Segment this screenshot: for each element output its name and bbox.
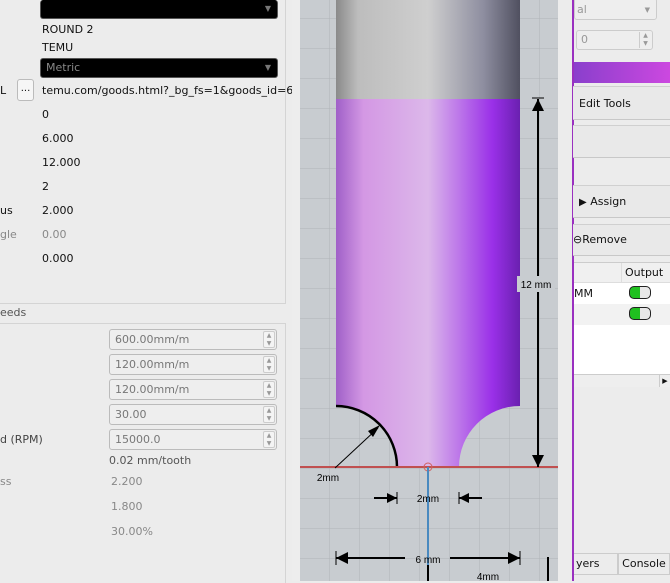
url-label: L — [0, 84, 7, 97]
feeds-section-label: eeds — [0, 306, 27, 319]
chevron-down-icon: ▼ — [264, 4, 271, 13]
play-icon: ▶ — [579, 197, 587, 208]
tool-number[interactable]: 0 — [42, 108, 49, 121]
toolpath-table: Output MM ▶ — [574, 262, 670, 387]
pass-label: ss — [0, 475, 12, 488]
diameter-dim-label: 6 mm — [416, 555, 441, 566]
tool-diameter[interactable]: 6.000 — [42, 132, 74, 145]
table-row[interactable] — [574, 304, 670, 325]
stepover: 30.00% — [111, 525, 153, 538]
assign-button[interactable]: ▶ Assign — [573, 185, 670, 218]
tool-last-value[interactable]: 0.000 — [42, 252, 74, 265]
tool-diagram: 12 mm 2mm 2mm 6 mm 4mm — [300, 0, 572, 581]
spin-arrows-icon[interactable]: ▲ ▼ — [263, 331, 275, 348]
table-row[interactable]: MM — [574, 283, 670, 304]
scroll-right-icon[interactable]: ▶ — [659, 375, 670, 387]
remove-button[interactable]: ⊖Remove — [573, 224, 670, 256]
angle-label: gle — [0, 228, 17, 241]
blank-button[interactable] — [573, 125, 670, 158]
length-dim-label: 12 mm — [521, 280, 552, 291]
right-spin[interactable]: 0 ▲ ▼ — [576, 30, 653, 50]
radius-dim-label: 2mm — [317, 473, 339, 484]
field4-input[interactable]: 30.00 ▲ ▼ — [109, 404, 277, 425]
splitter-handle[interactable] — [292, 0, 300, 581]
feed-rate-input[interactable]: 600.00mm/m ▲ ▼ — [109, 329, 277, 350]
tool-angle: 0.00 — [42, 228, 67, 241]
tool-shank — [336, 0, 520, 99]
chip-load: 0.02 mm/tooth — [109, 454, 192, 467]
spin-arrows-icon[interactable]: ▲ ▼ — [263, 406, 275, 423]
output-column-header[interactable]: Output — [625, 266, 663, 279]
spindle-label: d (RPM) — [0, 433, 43, 446]
tip-dim-label: 2mm — [417, 494, 439, 505]
value2: 1.800 — [111, 500, 143, 513]
spindle-speed-input[interactable]: 15000.0 ▲ ▼ — [109, 429, 277, 450]
spin-arrows-icon[interactable]: ▲ ▼ — [263, 381, 275, 398]
tab-console[interactable]: Console — [618, 553, 670, 575]
tool-url[interactable]: temu.com/goods.html?_bg_fs=1&goods_id=6 — [42, 84, 293, 97]
plunge-rate-input[interactable]: 120.00mm/m ▲ ▼ — [109, 354, 277, 375]
output-toggle[interactable] — [629, 307, 651, 320]
tool-length[interactable]: 12.000 — [42, 156, 81, 169]
horizontal-scrollbar[interactable]: ▶ — [574, 374, 670, 387]
ramp-rate-input[interactable]: 120.00mm/m ▲ ▼ — [109, 379, 277, 400]
tab-layers[interactable]: yers — [574, 553, 618, 575]
remove-icon: ⊖ — [573, 233, 583, 246]
tool-form-panel: ▼ ROUND 2 TEMU Metric ▼ L ... temu.com/go… — [0, 0, 293, 304]
row-name: MM — [574, 287, 593, 300]
tool-flutes[interactable]: 2 — [42, 180, 49, 193]
depth-per-pass: 2.200 — [111, 475, 143, 488]
units-combo[interactable]: Metric ▼ — [40, 58, 278, 78]
url-browse-button[interactable]: ... — [17, 79, 34, 101]
chevron-down-icon: ▼ — [264, 63, 271, 72]
output-toggle[interactable] — [629, 286, 651, 299]
tool-radius[interactable]: 2.000 — [42, 204, 74, 217]
spin-arrows-icon[interactable]: ▲ ▼ — [263, 431, 275, 448]
spin-arrows-icon[interactable]: ▲ ▼ — [639, 32, 651, 48]
right-combo[interactable]: al ▼ — [574, 0, 657, 20]
radius-label: us — [0, 204, 13, 217]
color-bar — [574, 62, 670, 83]
half-dim-label: 4mm — [477, 572, 499, 581]
spin-arrows-icon[interactable]: ▲ ▼ — [263, 356, 275, 373]
tool-type-combo[interactable]: ▼ — [40, 0, 278, 19]
chevron-down-icon: ▼ — [644, 6, 650, 14]
tool-brand[interactable]: TEMU — [42, 41, 73, 54]
tool-name[interactable]: ROUND 2 — [42, 23, 94, 36]
edit-tools-button[interactable]: Edit Tools — [573, 86, 670, 120]
